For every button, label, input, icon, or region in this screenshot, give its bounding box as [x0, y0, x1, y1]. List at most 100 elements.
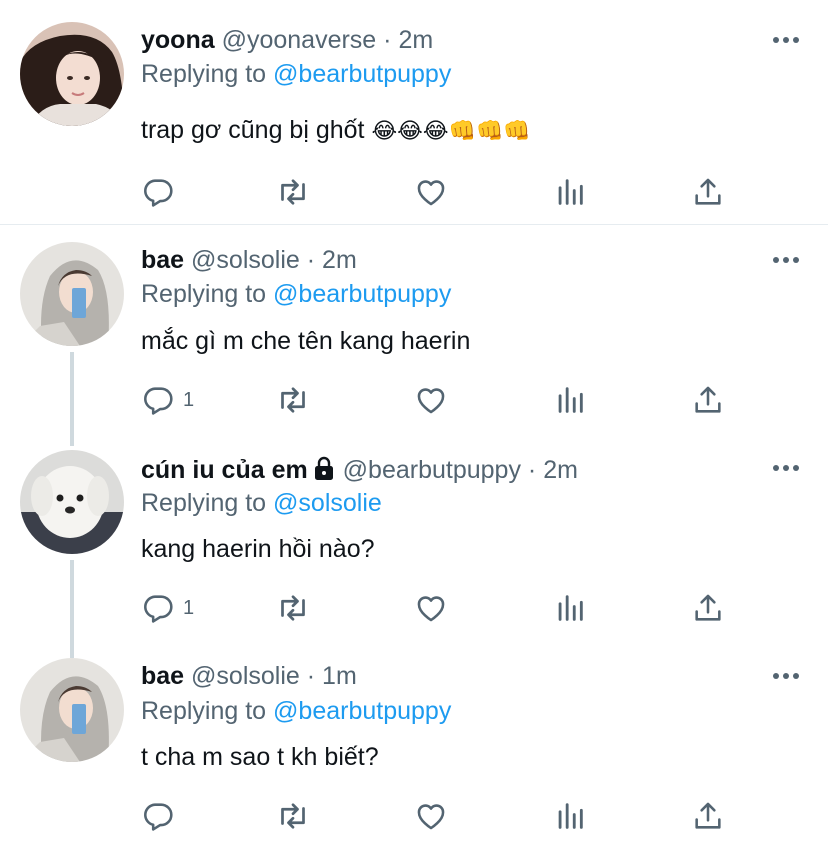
analytics-button[interactable] — [553, 174, 587, 210]
tweet-actions: 1 — [141, 382, 741, 418]
share-button[interactable] — [691, 798, 725, 834]
tweet-header: bae @solsolie · 1m — [141, 660, 357, 692]
share-button[interactable] — [691, 590, 725, 626]
tweet-text-content: t cha m sao t kh biết? — [141, 743, 379, 771]
display-name[interactable]: bae — [141, 662, 184, 690]
retweet-icon — [281, 595, 305, 621]
reply-button[interactable]: 1 — [141, 590, 194, 626]
timestamp[interactable]: · 2m — [307, 246, 357, 274]
heart-icon — [417, 180, 445, 206]
retweet-button[interactable] — [275, 174, 311, 210]
handle[interactable]: @bearbutpuppy — [343, 456, 521, 484]
replying-to: Replying to @bearbutpuppy — [141, 695, 451, 727]
replying-to: Replying to @bearbutpuppy — [141, 58, 451, 90]
replying-to-label: Replying to — [141, 697, 267, 725]
reply-button[interactable]: 1 — [141, 382, 194, 418]
avatar[interactable] — [20, 450, 124, 554]
more-icon[interactable] — [772, 255, 800, 265]
tweet[interactable]: bae @solsolie · 1m Replying to @bearbutp… — [0, 644, 828, 848]
tweet-header: bae @solsolie · 2m — [141, 244, 357, 276]
more-icon[interactable] — [772, 671, 800, 681]
comment-icon — [144, 179, 173, 207]
share-icon — [695, 594, 721, 621]
comment-icon — [144, 595, 173, 623]
tweet[interactable]: yoona @yoonaverse · 2m Replying to @bear… — [0, 0, 828, 224]
replying-to-link[interactable]: @solsolie — [273, 489, 382, 517]
display-name[interactable]: bae — [141, 246, 184, 274]
comment-icon — [144, 803, 173, 831]
analytics-button[interactable] — [553, 382, 587, 418]
reply-count: 1 — [183, 596, 195, 619]
retweet-button[interactable] — [275, 382, 311, 418]
avatar-image — [20, 22, 124, 126]
retweet-button[interactable] — [275, 798, 311, 834]
handle[interactable]: @solsolie — [191, 662, 300, 690]
avatar[interactable] — [20, 658, 124, 762]
heart-icon — [417, 804, 445, 830]
replying-to-label: Replying to — [141, 60, 267, 88]
tweet-text: mắc gì m che tên kang haerin — [141, 324, 470, 358]
heart-icon — [417, 388, 445, 414]
tweet-actions: 1 — [141, 590, 741, 626]
tweet-actions — [141, 798, 741, 834]
tweet-text: t cha m sao t kh biết? — [141, 740, 379, 774]
like-button[interactable] — [414, 590, 448, 626]
tweet-header: cún iu của em @bearbutpuppy · 2m — [141, 454, 578, 486]
like-button[interactable] — [414, 798, 448, 834]
share-button[interactable] — [691, 174, 725, 210]
comment-icon — [144, 387, 173, 415]
tweet-text: kang haerin hồi nào? — [141, 532, 375, 566]
tweet-text-content: kang haerin hồi nào? — [141, 535, 375, 563]
analytics-icon — [558, 595, 583, 621]
avatar[interactable] — [20, 22, 124, 126]
avatar-image — [20, 450, 124, 554]
more-icon[interactable] — [772, 35, 800, 45]
timestamp[interactable]: · 2m — [383, 26, 433, 54]
replying-to-link[interactable]: @bearbutpuppy — [273, 697, 451, 725]
retweet-icon — [281, 387, 305, 413]
tweet-emoji: 😂😂😂👊👊👊 — [371, 118, 531, 143]
more-icon[interactable] — [772, 463, 800, 473]
like-button[interactable] — [414, 174, 448, 210]
share-button[interactable] — [691, 382, 725, 418]
analytics-button[interactable] — [553, 590, 587, 626]
reply-count: 1 — [183, 388, 195, 411]
display-name[interactable]: cún iu của em — [141, 456, 308, 484]
tweet[interactable]: cún iu của em @bearbutpuppy · 2m Replyin… — [0, 436, 828, 644]
timestamp[interactable]: · 1m — [307, 662, 357, 690]
avatar-image — [20, 242, 124, 346]
heart-icon — [417, 596, 445, 622]
display-name[interactable]: yoona — [141, 26, 215, 54]
tweet-text-content: trap gơ cũng bị ghốt — [141, 116, 365, 144]
replying-to: Replying to @solsolie — [141, 487, 382, 519]
retweet-icon — [281, 179, 305, 205]
analytics-button[interactable] — [553, 798, 587, 834]
analytics-icon — [558, 179, 583, 205]
reply-button[interactable] — [141, 174, 183, 210]
replying-to-link[interactable]: @bearbutpuppy — [273, 60, 451, 88]
tweet-text: trap gơ cũng bị ghốt 😂😂😂👊👊👊 — [141, 113, 531, 147]
analytics-icon — [558, 803, 583, 829]
conversation-feed: yoona @yoonaverse · 2m Replying to @bear… — [0, 0, 828, 848]
like-button[interactable] — [414, 382, 448, 418]
tweet[interactable]: bae @solsolie · 2m Replying to @bearbutp… — [0, 226, 828, 436]
analytics-icon — [558, 387, 583, 413]
retweet-button[interactable] — [275, 590, 311, 626]
tweet-separator — [0, 224, 828, 225]
share-icon — [695, 178, 721, 205]
replying-to-label: Replying to — [141, 489, 267, 517]
lock-icon — [314, 456, 333, 480]
replying-to-label: Replying to — [141, 280, 267, 308]
retweet-icon — [281, 803, 305, 829]
share-icon — [695, 386, 721, 413]
avatar-image — [20, 658, 124, 762]
tweet-text-content: mắc gì m che tên kang haerin — [141, 327, 471, 355]
replying-to: Replying to @bearbutpuppy — [141, 278, 451, 310]
handle[interactable]: @solsolie — [191, 246, 300, 274]
replying-to-link[interactable]: @bearbutpuppy — [273, 280, 451, 308]
avatar[interactable] — [20, 242, 124, 346]
handle[interactable]: @yoonaverse — [222, 26, 377, 54]
reply-button[interactable] — [141, 798, 183, 834]
timestamp[interactable]: · 2m — [528, 456, 578, 484]
share-icon — [695, 802, 721, 829]
